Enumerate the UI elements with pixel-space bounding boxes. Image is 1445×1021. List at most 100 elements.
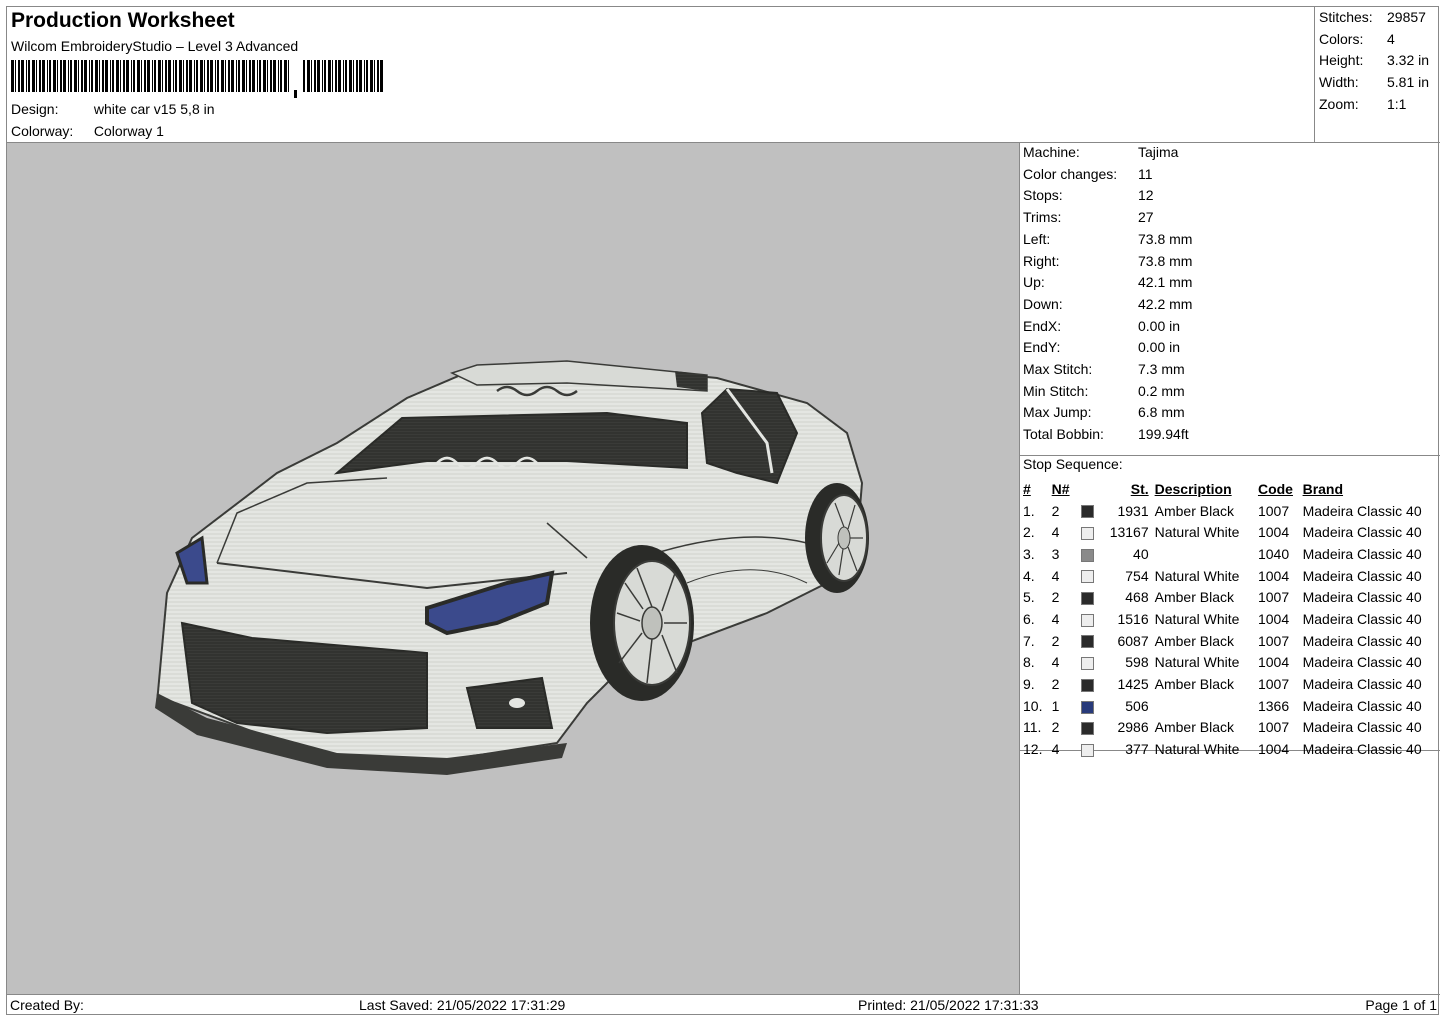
thread-description: Natural White (1154, 654, 1240, 671)
barcode-bar (317, 60, 320, 92)
stitch-count: 2986 (1117, 719, 1149, 736)
barcode-bar (332, 60, 333, 92)
colorway-label: Colorway: (11, 123, 74, 139)
barcode-bar (288, 60, 289, 92)
machine-key: Color changes: (1023, 165, 1118, 182)
machine-row: Left: 73.8 mm (1023, 231, 1192, 247)
thread-code: 1004 (1257, 610, 1290, 627)
barcode-bar (32, 60, 35, 92)
machine-value: 42.1 mm (1138, 274, 1193, 291)
barcode-bar (110, 60, 111, 92)
last-saved: Last Saved: 21/05/2022 17:31:29 (359, 997, 566, 1013)
machine-row: Trims: 27 (1023, 209, 1154, 225)
barcode-bar (238, 60, 240, 92)
stitch-count: 1931 (1117, 502, 1149, 519)
barcode-bar (324, 60, 326, 92)
needle-number: 4 (1051, 524, 1060, 541)
stop-number: 4. (1023, 567, 1035, 584)
thread-brand: Madeira Classic 40 (1302, 610, 1422, 627)
thread-description (1149, 543, 1258, 565)
stop-sequence-header-row: # N# St. Description Code Brand (1020, 478, 1440, 500)
thread-code: 1007 (1257, 502, 1290, 519)
blank-panel (1020, 751, 1440, 994)
machine-key: Machine: (1023, 144, 1080, 160)
barcode-bar (249, 60, 251, 92)
design-row: Design: white car v15 5,8 in (11, 101, 215, 117)
barcode-bar (81, 60, 83, 92)
color-swatch (1075, 717, 1100, 739)
needle-number: 2 (1051, 719, 1060, 736)
swatch-square (1080, 570, 1094, 584)
machine-row: Min Stitch: 0.2 mm (1023, 383, 1185, 399)
barcode-bar (137, 60, 140, 92)
barcode-bar (123, 60, 125, 92)
barcode-bar (70, 60, 72, 92)
barcode-bar (200, 60, 203, 92)
barcode-bar (102, 60, 104, 92)
barcode-bar (28, 60, 30, 92)
col-header-needle: N# (1051, 480, 1070, 497)
col-header-stitches: St. (1130, 480, 1149, 497)
barcode-bar (380, 60, 383, 92)
barcode-bar (273, 60, 276, 92)
machine-value: 0.00 in (1138, 339, 1181, 356)
barcode-bar (322, 60, 323, 92)
barcode-bar (215, 60, 216, 92)
table-row: 5. 2 468 Amber Black 1007 Madeira Classic 40 (1020, 586, 1440, 608)
color-swatch (1075, 652, 1100, 674)
thread-description: Amber Black (1154, 719, 1234, 736)
barcode-bar (335, 60, 337, 92)
machine-value: 0.00 in (1138, 317, 1181, 334)
stop-number: 8. (1023, 654, 1035, 671)
barcode-bar (349, 60, 352, 92)
thread-brand: Madeira Classic 40 (1302, 567, 1422, 584)
machine-value: Tajima (1138, 144, 1179, 160)
table-row: 1. 2 1931 Amber Black 1007 Madeira Classic 40 (1020, 500, 1440, 522)
machine-key: Stops: (1023, 187, 1063, 204)
thread-brand: Madeira Classic 40 (1302, 719, 1422, 736)
stitch-count: 754 (1125, 567, 1149, 584)
summary-row: Stitches: 29857 (1319, 9, 1426, 25)
machine-key: Max Stitch: (1023, 361, 1093, 377)
machine-row: Machine: Tajima (1023, 144, 1178, 160)
barcode-bar (112, 60, 114, 92)
table-row: 6. 4 1516 Natural White 1004 Madeira Classic … (1020, 608, 1440, 630)
barcode-bar (152, 60, 153, 92)
machine-key: Trims: (1023, 209, 1062, 226)
barcode-bar (168, 60, 171, 92)
summary-key: Colors: (1319, 30, 1364, 47)
barcode-bar (68, 60, 69, 92)
swatch-square (1080, 635, 1094, 649)
needle-number: 2 (1051, 589, 1060, 606)
worksheet-frame: Production Worksheet Wilcom EmbroiderySt… (6, 6, 1440, 1016)
barcode-bar (60, 60, 62, 92)
stitch-count: 1516 (1117, 610, 1149, 627)
barcode-bar (120, 60, 121, 92)
summary-row: Zoom: 1:1 (1319, 96, 1406, 112)
summary-row: Width: 5.81 in (1319, 74, 1429, 90)
swatch-square (1080, 527, 1094, 541)
summary-panel: Stitches: 29857 Colors: 4 Height: 3.32 in Widt… (1314, 7, 1440, 143)
table-row: 10. 1 506 1366 Madeira Classic 40 (1020, 695, 1440, 717)
barcode-bar (179, 60, 182, 92)
page-number: Page 1 of 1 (1365, 997, 1437, 1013)
barcode-bar (194, 60, 195, 92)
machine-row: Right: 73.8 mm (1023, 253, 1192, 269)
barcode-bar (257, 60, 258, 92)
barcode-bar (353, 60, 354, 92)
machine-key: Right: (1023, 252, 1060, 269)
barcode-bar (366, 60, 368, 92)
barcode-bar (95, 60, 98, 92)
barcode-bar (89, 60, 90, 92)
summary-value: 29857 (1387, 9, 1426, 25)
barcode-bar (39, 60, 41, 92)
color-swatch (1075, 673, 1100, 695)
barcode-bar (311, 60, 312, 92)
footer: Created By: Last Saved: 21/05/2022 17:31… (7, 994, 1440, 1016)
barcode-bar (63, 60, 66, 92)
stitch-count: 598 (1125, 654, 1149, 671)
stitch-count: 40 (1133, 545, 1149, 562)
needle-number: 2 (1051, 502, 1060, 519)
table-row: 4. 4 754 Natural White 1004 Madeira Classic 4… (1020, 565, 1440, 587)
thread-code: 1007 (1257, 632, 1290, 649)
